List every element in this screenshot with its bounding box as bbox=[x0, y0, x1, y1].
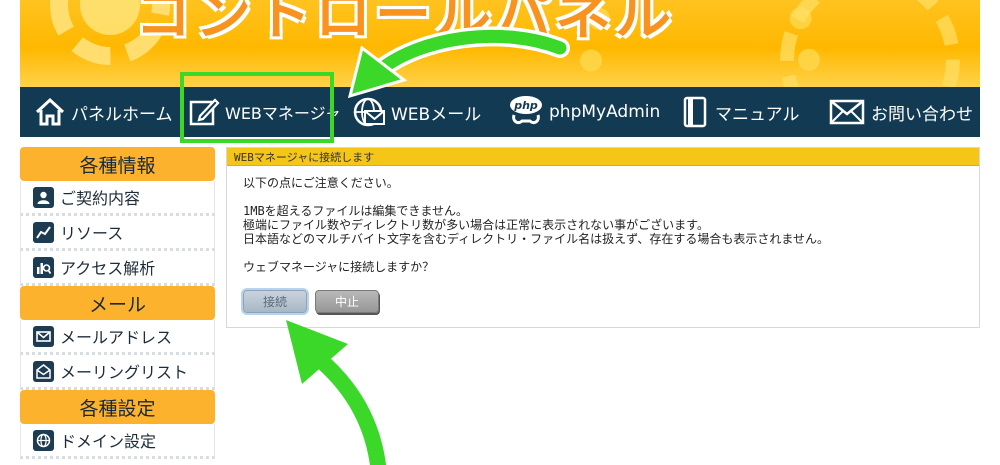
sidebar-item-label: ご契約内容 bbox=[60, 189, 141, 208]
svg-text:php: php bbox=[513, 99, 538, 112]
header-banner: コントロールパネル bbox=[20, 0, 980, 87]
sidebar-item-resources[interactable]: リソース bbox=[20, 216, 215, 251]
gear-decoration bbox=[780, 0, 960, 87]
book-icon bbox=[683, 96, 707, 128]
cancel-button[interactable]: 中止 bbox=[315, 290, 379, 313]
nav-item-phpmyadmin[interactable]: php phpMyAdmin bbox=[508, 87, 660, 137]
panel-title: WEBマネージャに接続します bbox=[227, 148, 979, 166]
banner-title: コントロールパネル bbox=[135, 0, 675, 48]
sidebar-item-label: メールアドレス bbox=[60, 328, 173, 347]
analytics-icon bbox=[33, 256, 54, 278]
sidebar-heading: 各種情報 bbox=[20, 147, 215, 181]
main-navbar: パネルホーム WEBマネージャ WEBメール php phpMyAdmin マニ… bbox=[20, 87, 980, 137]
nav-label: お問い合わせ bbox=[871, 104, 973, 125]
nav-label: マニュアル bbox=[715, 104, 800, 125]
confirm-question: ウェブマネージャに接続しますか？ bbox=[243, 260, 435, 274]
web-manager-connect-panel: WEBマネージャに接続します 以下の点にご注意ください。 1MBを超えるファイル… bbox=[226, 147, 980, 328]
sidebar-item-contract[interactable]: ご契約内容 bbox=[20, 181, 215, 216]
arrow-bottom bbox=[286, 320, 386, 465]
user-icon bbox=[33, 186, 54, 208]
globe-icon bbox=[33, 429, 54, 451]
home-icon bbox=[35, 97, 65, 126]
mail-icon bbox=[33, 325, 54, 347]
chart-line-icon bbox=[33, 221, 54, 243]
sidebar-heading: メール bbox=[20, 286, 215, 320]
panel-body: 以下の点にご注意ください。 1MBを超えるファイルは編集できません。 極端にファ… bbox=[227, 166, 979, 313]
nav-item-contact[interactable]: お問い合わせ bbox=[828, 87, 973, 137]
nav-label: phpMyAdmin bbox=[549, 102, 661, 122]
sidebar-item-label: アクセス解析 bbox=[60, 259, 156, 278]
nav-label: パネルホーム bbox=[71, 104, 173, 125]
sidebar-item-label: ドメイン設定 bbox=[60, 432, 157, 451]
nav-label: WEBメール bbox=[391, 104, 482, 125]
notice-text: 以下の点にご注意ください。 bbox=[243, 176, 399, 190]
nav-item-web-manager[interactable]: WEBマネージャ bbox=[188, 87, 341, 137]
button-row: 接続 中止 bbox=[243, 290, 979, 313]
nav-item-web-mail[interactable]: WEBメール bbox=[352, 87, 481, 137]
connect-button[interactable]: 接続 bbox=[243, 290, 307, 313]
sidebar-item-access-analysis[interactable]: アクセス解析 bbox=[20, 251, 215, 286]
sidebar-item-mail-address[interactable]: メールアドレス bbox=[20, 320, 215, 355]
sidebar-heading: 各種設定 bbox=[20, 390, 215, 424]
sidebar-item-domain-settings[interactable]: ドメイン設定 bbox=[20, 424, 215, 459]
nav-item-panel-home[interactable]: パネルホーム bbox=[34, 87, 173, 137]
globe-mail-icon bbox=[353, 97, 385, 127]
notice-line: 日本語などのマルチバイト文字を含むディレクトリ・ファイル名は扱えず、存在する場合… bbox=[243, 232, 829, 246]
notice-line: 1MBを超えるファイルは編集できません。 bbox=[243, 204, 468, 218]
mailing-list-icon bbox=[33, 360, 54, 382]
nav-item-manual[interactable]: マニュアル bbox=[680, 87, 800, 137]
pencil-edit-icon bbox=[189, 98, 220, 126]
sidebar-item-label: メーリングリスト bbox=[60, 363, 189, 382]
nav-label: WEBマネージャ bbox=[225, 104, 341, 123]
envelope-icon bbox=[829, 99, 865, 125]
sidebar: 各種情報 ご契約内容 リソース アクセス解析 メール メールアドレス メーリング… bbox=[20, 147, 215, 459]
notice-line: 極端にファイル数やディレクトリ数が多い場合は正常に表示されない事がございます。 bbox=[243, 218, 709, 232]
php-icon: php bbox=[510, 96, 542, 125]
sidebar-item-mailing-list[interactable]: メーリングリスト bbox=[20, 355, 215, 390]
sidebar-item-label: リソース bbox=[60, 224, 124, 243]
